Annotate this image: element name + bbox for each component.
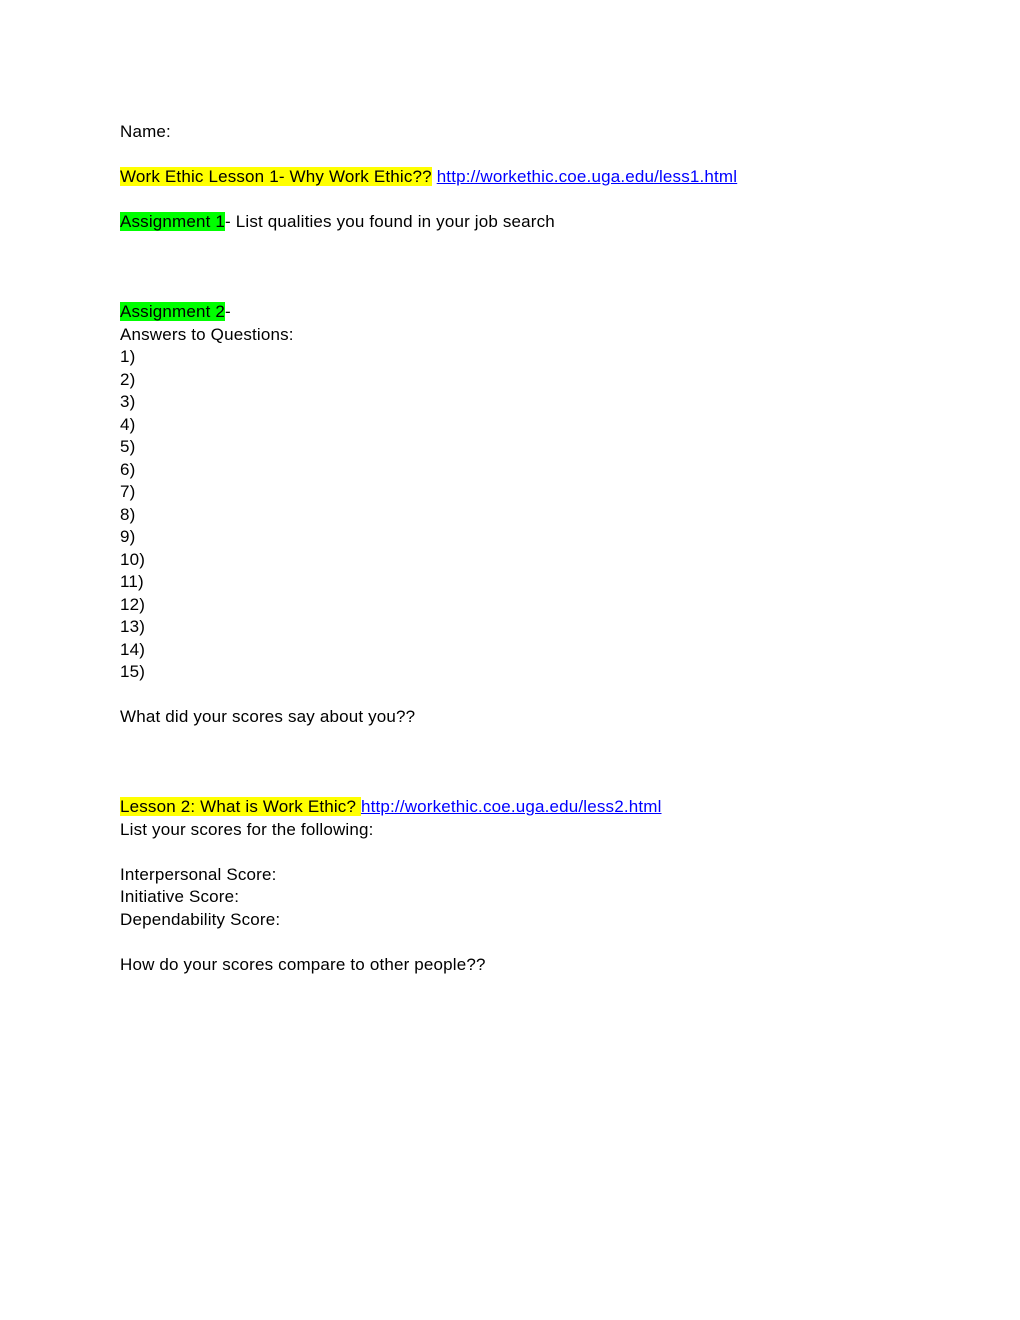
answer-item[interactable]: 2): [120, 369, 910, 392]
answer-item[interactable]: 6): [120, 459, 910, 482]
lesson1-heading: Work Ethic Lesson 1- Why Work Ethic??: [120, 167, 432, 186]
answer-number: 4): [120, 414, 136, 434]
assignment2-dash: -: [225, 302, 231, 321]
answer-number: 7): [120, 482, 136, 501]
answer-number: 10): [120, 549, 146, 569]
lesson2-link[interactable]: http://workethic.coe.uga.edu/less2.html: [361, 797, 662, 816]
lesson1-heading-line: Work Ethic Lesson 1- Why Work Ethic?? ht…: [120, 166, 910, 189]
score-label: Initiative Score:: [120, 887, 240, 906]
answer-item[interactable]: 1): [120, 346, 910, 369]
assignment2-label: Assignment 2: [120, 302, 226, 321]
answer-number: 8): [120, 504, 136, 524]
lesson2-instruction: List your scores for the following:: [120, 819, 374, 839]
document-page: Name: Work Ethic Lesson 1- Why Work Ethi…: [0, 0, 1020, 1320]
answer-item[interactable]: 13): [120, 616, 910, 639]
comparison-question-line: How do your scores compare to other peop…: [120, 954, 910, 977]
document-body: Name: Work Ethic Lesson 1- Why Work Ethi…: [120, 121, 910, 976]
answer-number: 2): [120, 369, 136, 389]
lesson2-heading: Lesson 2: What is Work Ethic?: [120, 797, 361, 816]
answers-heading-line: Answers to Questions:: [120, 324, 910, 347]
answer-item[interactable]: 11): [120, 571, 910, 594]
answer-number: 9): [120, 527, 136, 546]
assignment1-label: Assignment 1: [120, 212, 226, 231]
assignment2-line: Assignment 2-: [120, 301, 910, 324]
answer-number: 14): [120, 639, 146, 659]
answer-number: 11): [120, 572, 144, 591]
score-field[interactable]: Dependability Score:: [120, 909, 910, 932]
answer-item[interactable]: 9): [120, 526, 910, 549]
answer-number: 5): [120, 437, 136, 456]
answer-number: 6): [120, 459, 136, 479]
answer-item[interactable]: 4): [120, 414, 910, 437]
answer-item[interactable]: 5): [120, 436, 910, 459]
answer-number: 12): [120, 594, 146, 614]
score-field[interactable]: Interpersonal Score:: [120, 864, 910, 887]
answer-item[interactable]: 8): [120, 504, 910, 527]
reflection-question: What did your scores say about you??: [120, 707, 416, 726]
assignment1-description: - List qualities you found in your job s…: [225, 212, 555, 231]
answer-item[interactable]: 15): [120, 661, 910, 684]
answer-number: 15): [120, 662, 146, 681]
name-field-line: Name:: [120, 121, 910, 144]
comparison-question: How do your scores compare to other peop…: [120, 954, 486, 974]
lesson1-link[interactable]: http://workethic.coe.uga.edu/less1.html: [437, 167, 738, 186]
score-field[interactable]: Initiative Score:: [120, 886, 910, 909]
answer-item[interactable]: 7): [120, 481, 910, 504]
lesson2-heading-line: Lesson 2: What is Work Ethic? http://wor…: [120, 796, 910, 819]
score-label: Dependability Score:: [120, 909, 281, 929]
answer-number: 1): [120, 347, 136, 366]
answer-item[interactable]: 3): [120, 391, 910, 414]
answer-item[interactable]: 14): [120, 639, 910, 662]
answer-number: 3): [120, 392, 136, 411]
answer-item[interactable]: 12): [120, 594, 910, 617]
name-label: Name:: [120, 122, 171, 141]
assignment1-line: Assignment 1- List qualities you found i…: [120, 211, 910, 234]
answer-item[interactable]: 10): [120, 549, 910, 572]
lesson2-instruction-line: List your scores for the following:: [120, 819, 910, 842]
answer-number: 13): [120, 617, 146, 636]
answers-label: Answers to Questions:: [120, 324, 294, 344]
reflection-question-line: What did your scores say about you??: [120, 706, 910, 729]
score-label: Interpersonal Score:: [120, 864, 277, 884]
